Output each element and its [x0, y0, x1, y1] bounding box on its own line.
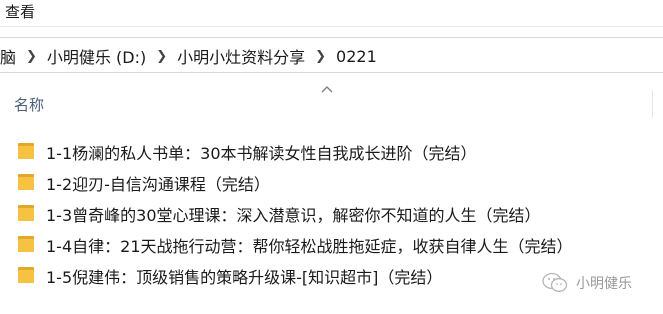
- watermark-text: 小明健乐: [576, 276, 632, 292]
- address-bar[interactable]: 脑 ❯ 小明健乐 (D:) ❯ 小明小灶资料分享 ❯ 0221: [0, 37, 663, 73]
- file-row[interactable]: 1-4自律：21天战拖行动营：帮你轻松战胜拖延症，收获自律人生（完结）: [0, 229, 663, 260]
- breadcrumb-item-computer[interactable]: 脑: [0, 44, 24, 68]
- folder-icon: [18, 236, 34, 252]
- chevron-right-icon[interactable]: ❯: [313, 49, 328, 64]
- breadcrumb-item-drive[interactable]: 小明健乐 (D:): [39, 44, 154, 68]
- folder-icon: [18, 267, 34, 283]
- file-row[interactable]: 1-2迎刃-自信沟通课程（完结）: [0, 167, 663, 198]
- menu-bar: 查看: [0, 0, 663, 27]
- file-name: 1-2迎刃-自信沟通课程（完结）: [46, 175, 270, 194]
- watermark: 小明健乐: [542, 272, 632, 294]
- file-row[interactable]: 1-1杨澜的私人书单：30本书解读女性自我成长进阶（完结）: [0, 136, 663, 167]
- file-row[interactable]: 1-3曾奇峰的30堂心理课：深入潜意识，解密你不知道的人生（完结）: [0, 198, 663, 229]
- column-header: 名称: [0, 84, 663, 124]
- breadcrumb-item-current[interactable]: 0221: [328, 47, 385, 66]
- breadcrumb-item-folder[interactable]: 小明小灶资料分享: [169, 44, 313, 68]
- sort-up-icon: [321, 86, 333, 93]
- file-name: 1-5倪建伟：顶级销售的策略升级课-[知识超市]（完结）: [46, 268, 443, 287]
- wechat-logo-icon: [542, 272, 568, 292]
- folder-icon: [18, 205, 34, 221]
- chevron-right-icon[interactable]: ❯: [154, 49, 169, 64]
- folder-icon: [18, 143, 34, 159]
- column-name-header[interactable]: 名称: [14, 94, 44, 115]
- file-name: 1-3曾奇峰的30堂心理课：深入潜意识，解密你不知道的人生（完结）: [46, 206, 541, 225]
- menu-view[interactable]: 查看: [5, 1, 35, 22]
- column-divider[interactable]: [652, 90, 653, 118]
- file-name: 1-4自律：21天战拖行动营：帮你轻松战胜拖延症，收获自律人生（完结）: [46, 237, 573, 256]
- folder-icon: [18, 174, 34, 190]
- chevron-right-icon[interactable]: ❯: [24, 49, 39, 64]
- file-name: 1-1杨澜的私人书单：30本书解读女性自我成长进阶（完结）: [46, 144, 477, 163]
- file-list: 1-1杨澜的私人书单：30本书解读女性自我成长进阶（完结） 1-2迎刃-自信沟通…: [0, 136, 663, 291]
- breadcrumb: 脑 ❯ 小明健乐 (D:) ❯ 小明小灶资料分享 ❯ 0221: [0, 44, 385, 68]
